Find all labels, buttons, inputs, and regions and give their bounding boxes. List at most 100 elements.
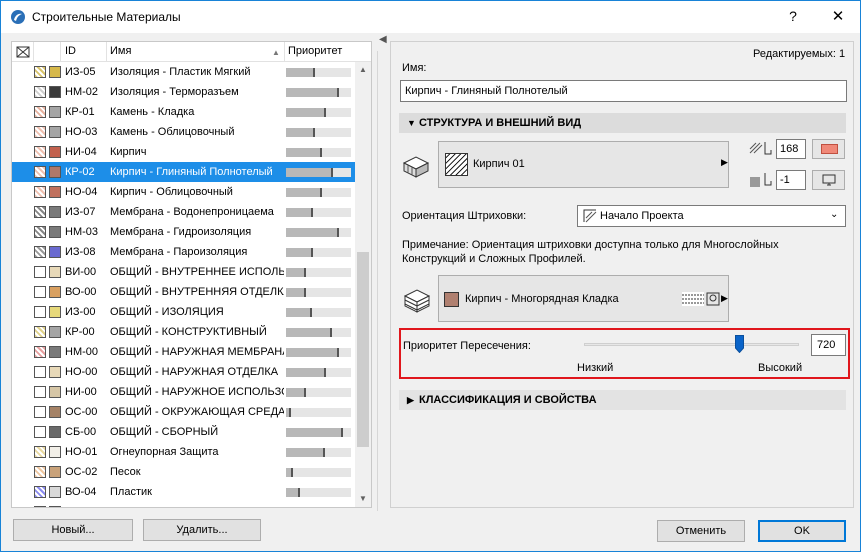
priority-bar <box>286 148 351 157</box>
column-id[interactable]: ID <box>61 42 107 62</box>
list-item[interactable]: НМ-03 Мембрана - Гидроизоляция <box>12 222 355 242</box>
material-id: ИЗ-05 <box>65 66 96 78</box>
background-pen-input[interactable]: -1 <box>776 170 806 190</box>
priority-bar-fill <box>286 488 300 497</box>
section-classification-header[interactable]: ▶ КЛАССИФИКАЦИЯ И СВОЙСТВА <box>399 390 846 410</box>
panel-divider[interactable] <box>377 51 378 511</box>
help-button[interactable]: ? <box>773 1 813 33</box>
list-item[interactable]: НМ-02 Изоляция - Терморазъем <box>12 82 355 102</box>
list-item[interactable]: ИЗ-07 Мембрана - Водонепроницаема <box>12 202 355 222</box>
chevron-down-icon: ⌄ <box>830 209 839 220</box>
list-item[interactable]: КР-01 Камень - Кладка <box>12 102 355 122</box>
priority-bar-fill <box>286 168 333 177</box>
hatch-swatch-icon <box>34 506 46 507</box>
material-name: Огнеупорная Защита <box>110 446 219 458</box>
material-id: ИЗ-07 <box>65 206 96 218</box>
priority-bar <box>286 328 351 337</box>
material-name: Мембрана - Пароизоляция <box>110 246 248 258</box>
priority-bar-fill <box>286 308 312 317</box>
editable-count: Редактируемых: 1 <box>753 48 846 60</box>
priority-slider-thumb[interactable] <box>735 335 744 353</box>
delete-button[interactable]: Удалить... <box>143 519 261 541</box>
material-id: НО-04 <box>65 186 98 198</box>
priority-bar-fill <box>286 408 291 417</box>
priority-bar-fill <box>286 428 343 437</box>
color-swatch <box>49 506 61 507</box>
pen-number-input[interactable]: 168 <box>776 139 806 159</box>
priority-bar-fill <box>286 148 322 157</box>
column-settings-icon[interactable] <box>12 42 34 62</box>
collapse-panel-icon[interactable]: ◀ <box>379 34 387 45</box>
list-item[interactable]: НО-03 Камень - Облицовочный <box>12 122 355 142</box>
ok-button[interactable]: OK <box>758 520 846 542</box>
material-name: Кирпич - Облицовочный <box>110 186 233 198</box>
pen-color-button[interactable] <box>812 139 845 159</box>
color-swatch <box>49 146 61 158</box>
close-button[interactable]: ✕ <box>818 1 858 33</box>
material-id: НМ-00 <box>65 346 99 358</box>
name-input[interactable]: Кирпич - Глиняный Полнотелый <box>400 80 847 102</box>
list-item[interactable]: НИ-04 Кирпич <box>12 142 355 162</box>
cut-fill-selector[interactable]: Кирпич 01 ▶ <box>438 141 729 188</box>
color-swatch <box>49 166 61 178</box>
material-name: ОБЩИЙ - СБОРНЫЙ <box>110 426 219 438</box>
color-swatch <box>49 266 61 278</box>
priority-slider-track[interactable] <box>584 343 799 346</box>
priority-bar <box>286 348 351 357</box>
list-item[interactable]: ОС-00 ОБЩИЙ - ОКРУЖАЮЩАЯ СРЕДА <box>12 402 355 422</box>
new-button[interactable]: Новый... <box>13 519 133 541</box>
list-item[interactable]: НМ-00 ОБЩИЙ - НАРУЖНАЯ МЕМБРАНА <box>12 342 355 362</box>
list-item[interactable]: НО-04 Кирпич - Облицовочный <box>12 182 355 202</box>
material-name: Песок <box>110 466 141 478</box>
pen-color-swatch <box>821 144 838 154</box>
list-item[interactable]: НИ-00 ОБЩИЙ - НАРУЖНОЕ ИСПОЛЬЗО <box>12 382 355 402</box>
hatch-swatch-icon <box>34 66 46 78</box>
materials-rows: ИЗ-05 Изоляция - Пластик Мягкий НМ-02 Изоля… <box>12 62 355 507</box>
color-swatch <box>49 206 61 218</box>
list-item[interactable]: ИЗ-08 Мембрана - Пароизоляция <box>12 242 355 262</box>
chevron-right-icon: ▶ <box>721 157 728 167</box>
hatch-swatch-icon <box>34 486 46 498</box>
list-item-selected[interactable]: КР-02 Кирпич - Глиняный Полнотелый <box>12 162 355 182</box>
pen-weight-icon <box>749 142 772 155</box>
color-swatch <box>49 226 61 238</box>
list-item[interactable]: ВО-04 Пластик <box>12 482 355 502</box>
hatch-swatch-icon <box>34 306 46 318</box>
priority-bar <box>286 268 351 277</box>
list-item[interactable]: ВО-00 ОБЩИЙ - ВНУТРЕННЯЯ ОТДЕЛКА <box>12 282 355 302</box>
scroll-thumb[interactable] <box>357 252 369 447</box>
material-name: Пластик <box>110 486 152 498</box>
priority-high-label: Высокий <box>758 362 803 374</box>
list-item[interactable]: ИЗ-00 ОБЩИЙ - ИЗОЛЯЦИЯ <box>12 302 355 322</box>
surface-icon <box>403 289 431 313</box>
column-priority[interactable]: Приоритет <box>285 42 355 62</box>
column-name[interactable]: Имя <box>107 42 285 62</box>
title-bar: Строительные Материалы ? ✕ <box>1 1 860 33</box>
priority-bar <box>286 368 351 377</box>
orientation-dropdown[interactable]: Начало Проекта ⌄ <box>577 205 846 227</box>
list-item[interactable]: НО-01 Огнеупорная Защита <box>12 442 355 462</box>
section-structure-header[interactable]: ▼ СТРУКТУРА И ВНЕШНИЙ ВИД <box>399 113 846 133</box>
monitor-button[interactable] <box>812 170 845 190</box>
priority-bar-fill <box>286 88 339 97</box>
column-swatch <box>34 42 61 62</box>
list-item[interactable]: КР-00 ОБЩИЙ - КОНСТРУКТИВНЫЙ <box>12 322 355 342</box>
list-item[interactable]: СБ-00 ОБЩИЙ - СБОРНЫЙ <box>12 422 355 442</box>
priority-value-input[interactable]: 720 <box>811 334 846 356</box>
cancel-button[interactable]: Отменить <box>657 520 745 542</box>
list-item[interactable]: НО-00 ОБЩИЙ - НАРУЖНАЯ ОТДЕЛКА <box>12 362 355 382</box>
material-id: ОС-02 <box>65 466 98 478</box>
color-swatch <box>49 246 61 258</box>
hatch-swatch-icon <box>34 366 46 378</box>
material-id: СБ-00 <box>65 426 97 438</box>
list-scrollbar[interactable]: ▲ ▼ <box>355 62 371 507</box>
list-item[interactable]: ИЗ-05 Изоляция - Пластик Мягкий <box>12 62 355 82</box>
surface-selector[interactable]: Кирпич - Многорядная Кладка ▶ <box>438 275 729 322</box>
list-item[interactable] <box>12 502 355 507</box>
orientation-value: Начало Проекта <box>600 210 684 222</box>
scroll-up-icon[interactable]: ▲ <box>355 62 371 78</box>
list-item[interactable]: ВИ-00 ОБЩИЙ - ВНУТРЕННЕЕ ИСПОЛЬЗО <box>12 262 355 282</box>
list-item[interactable]: ОС-02 Песок <box>12 462 355 482</box>
material-id: НИ-04 <box>65 146 97 158</box>
scroll-down-icon[interactable]: ▼ <box>355 491 371 507</box>
